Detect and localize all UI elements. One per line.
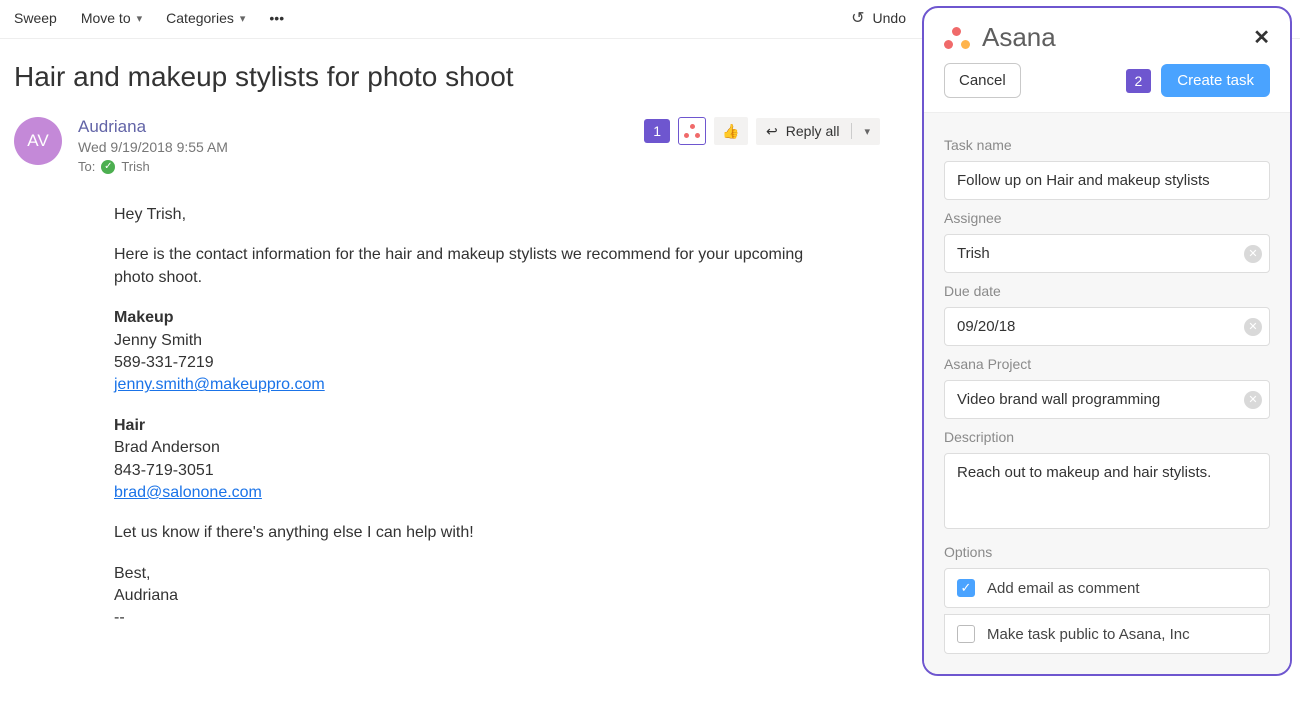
move-to-button[interactable]: Move to ▾ xyxy=(81,10,142,26)
close-panel-button[interactable]: ✕ xyxy=(1253,25,1270,50)
makeup-header: Makeup xyxy=(114,309,174,326)
undo-button[interactable]: ↺ Undo xyxy=(851,8,906,28)
description-input[interactable] xyxy=(944,453,1270,529)
due-date-input[interactable] xyxy=(944,307,1270,346)
avatar: AV xyxy=(14,117,62,165)
hair-email-link[interactable]: brad@salonone.com xyxy=(114,484,262,501)
body-outro: Let us know if there's anything else I c… xyxy=(114,522,814,544)
reply-all-label: Reply all xyxy=(786,123,840,139)
hair-phone: 843-719-3051 xyxy=(114,460,814,482)
body-greeting: Hey Trish, xyxy=(114,204,814,226)
panel-title: Asana xyxy=(982,22,1241,53)
to-label: To: xyxy=(78,159,95,174)
undo-label: Undo xyxy=(873,10,906,26)
thumbs-up-icon: 👍 xyxy=(722,123,739,140)
makeup-phone: 589-331-7219 xyxy=(114,352,814,374)
assignee-input[interactable] xyxy=(944,234,1270,273)
chevron-down-icon: ▾ xyxy=(240,12,246,25)
email-body: Hey Trish, Here is the contact informati… xyxy=(114,204,814,630)
email-subject: Hair and makeup stylists for photo shoot xyxy=(14,61,880,93)
option-add-email-row[interactable]: ✓ Add email as comment xyxy=(944,568,1270,608)
callout-marker-1: 1 xyxy=(644,119,670,143)
sender-name[interactable]: Audriana xyxy=(78,117,628,137)
email-header: AV Audriana Wed 9/19/2018 9:55 AM To: ✓ … xyxy=(14,117,880,174)
undo-icon: ↺ xyxy=(851,8,864,28)
cancel-button[interactable]: Cancel xyxy=(944,63,1021,98)
email-reading-pane: Hair and makeup stylists for photo shoot… xyxy=(0,39,910,650)
option-make-public-row[interactable]: Make task public to Asana, Inc xyxy=(944,614,1270,654)
reply-all-button[interactable]: ↩ Reply all ▾ xyxy=(756,118,880,145)
sweep-label: Sweep xyxy=(14,10,57,26)
makeup-name: Jenny Smith xyxy=(114,330,814,352)
add-email-checkbox[interactable]: ✓ xyxy=(957,579,975,597)
assignee-label: Assignee xyxy=(944,210,1270,226)
due-date-label: Due date xyxy=(944,283,1270,299)
project-label: Asana Project xyxy=(944,356,1270,372)
reply-all-icon: ↩ xyxy=(766,123,778,140)
asana-addin-button[interactable] xyxy=(678,117,706,145)
body-intro: Here is the contact information for the … xyxy=(114,244,814,289)
asana-logo-icon xyxy=(944,27,970,49)
chevron-down-icon: ▾ xyxy=(137,12,143,25)
make-public-label: Make task public to Asana, Inc xyxy=(987,626,1190,643)
like-button[interactable]: 👍 xyxy=(714,117,748,145)
more-actions-button[interactable]: ••• xyxy=(269,10,284,26)
categories-button[interactable]: Categories ▾ xyxy=(166,10,245,26)
signoff: Best, xyxy=(114,563,814,585)
makeup-email-link[interactable]: jenny.smith@makeuppro.com xyxy=(114,376,325,393)
to-name: Trish xyxy=(121,159,149,174)
options-label: Options xyxy=(944,544,1270,560)
signature-dashes: -- xyxy=(114,607,814,629)
task-name-input[interactable] xyxy=(944,161,1270,200)
project-input[interactable] xyxy=(944,380,1270,419)
presence-check-icon: ✓ xyxy=(101,160,115,174)
clear-assignee-button[interactable]: ✕ xyxy=(1244,245,1262,263)
asana-panel: Asana ✕ Cancel 2 Create task Task name A… xyxy=(922,6,1292,676)
asana-logo-icon xyxy=(684,124,700,138)
callout-marker-2: 2 xyxy=(1126,69,1152,93)
sweep-button[interactable]: Sweep xyxy=(14,10,57,26)
hair-header: Hair xyxy=(114,417,145,434)
task-name-label: Task name xyxy=(944,137,1270,153)
sent-date: Wed 9/19/2018 9:55 AM xyxy=(78,139,628,155)
make-public-checkbox[interactable] xyxy=(957,625,975,643)
clear-due-date-button[interactable]: ✕ xyxy=(1244,318,1262,336)
create-task-button[interactable]: Create task xyxy=(1161,64,1270,97)
hair-name: Brad Anderson xyxy=(114,437,814,459)
move-to-label: Move to xyxy=(81,10,131,26)
signature-name: Audriana xyxy=(114,585,814,607)
add-email-label: Add email as comment xyxy=(987,580,1140,597)
categories-label: Categories xyxy=(166,10,234,26)
more-icon: ••• xyxy=(269,10,284,26)
chevron-down-icon: ▾ xyxy=(864,125,870,138)
description-label: Description xyxy=(944,429,1270,445)
clear-project-button[interactable]: ✕ xyxy=(1244,391,1262,409)
